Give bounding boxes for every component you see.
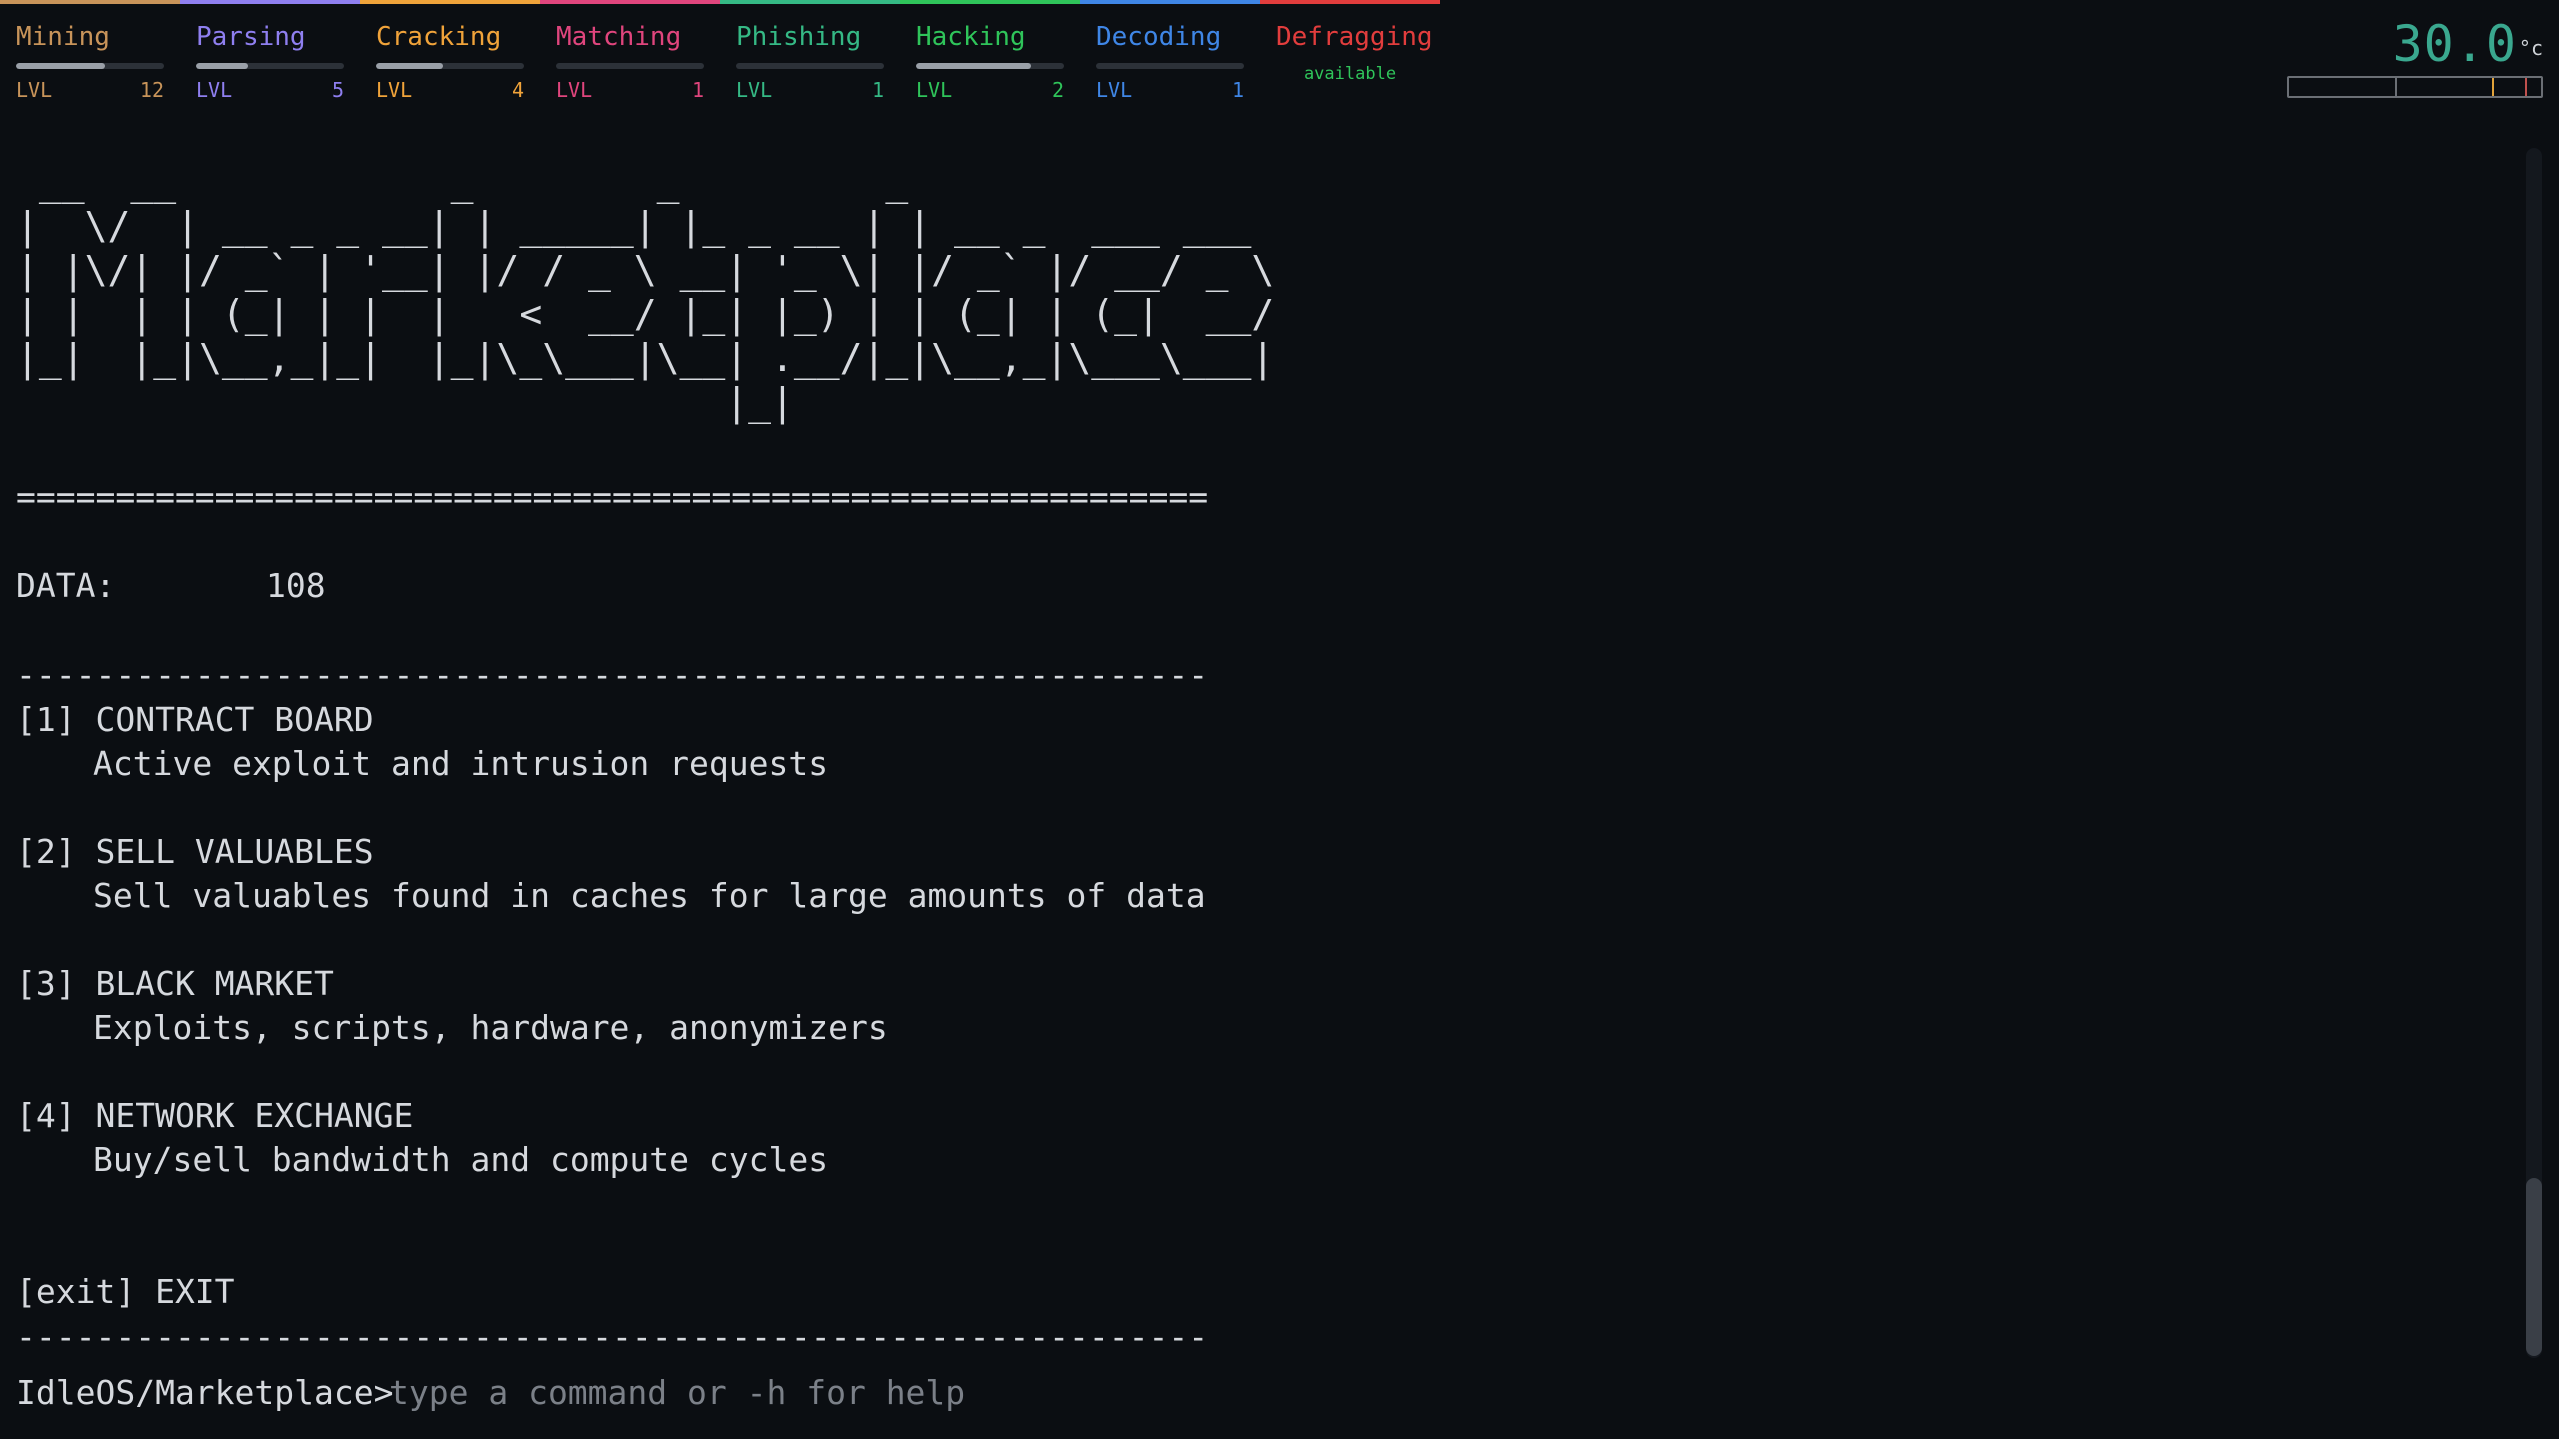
skill-level-value: 1 xyxy=(691,78,704,102)
skill-progress-bar xyxy=(556,63,704,69)
menu-item-title: [4] NETWORK EXCHANGE xyxy=(16,1096,414,1135)
skill-accent-line xyxy=(900,0,1080,4)
skill-level-value: 1 xyxy=(871,78,884,102)
menu-item-description: Sell valuables found in caches for large… xyxy=(93,876,1206,915)
skill-progress-bar xyxy=(196,63,344,69)
temperature-value: 30.0 xyxy=(2392,15,2517,73)
skill-name: Defragging xyxy=(1276,22,1433,52)
skill-name: Parsing xyxy=(196,22,306,52)
skill-name: Mining xyxy=(16,22,110,52)
skill-matching[interactable]: Matching LVL 1 xyxy=(540,0,720,110)
scrollbar-thumb[interactable] xyxy=(2526,1178,2542,1356)
skill-cracking[interactable]: Cracking LVL 4 xyxy=(360,0,540,110)
skill-level-value: 12 xyxy=(139,78,164,102)
skill-defragging[interactable]: Defragging available xyxy=(1260,0,1440,110)
skill-level-label: LVL xyxy=(736,78,773,102)
separator-double: ========================================… xyxy=(16,477,1209,516)
skill-progress-bar xyxy=(916,63,1064,69)
menu-item-title: [3] BLACK MARKET xyxy=(16,964,334,1003)
skill-name: Decoding xyxy=(1096,22,1222,52)
data-value: 108 xyxy=(266,566,326,605)
skill-progress-fill xyxy=(196,63,248,69)
menu-item-exit[interactable]: [exit] EXIT xyxy=(16,1270,235,1314)
temperature-unit: °c xyxy=(2518,36,2543,60)
skill-status: available xyxy=(1303,64,1397,84)
skill-accent-line xyxy=(360,0,540,4)
skill-phishing[interactable]: Phishing LVL 1 xyxy=(720,0,900,110)
skill-name: Cracking xyxy=(376,22,502,52)
data-label: DATA: xyxy=(16,566,116,605)
skill-progress-bar xyxy=(736,63,884,69)
skill-progress-bar xyxy=(16,63,164,69)
skill-mining[interactable]: Mining LVL 12 xyxy=(0,0,180,110)
skill-decoding[interactable]: Decoding LVL 1 xyxy=(1080,0,1260,110)
skill-progress-bar xyxy=(376,63,524,69)
menu-item-network-exchange[interactable]: [4] NETWORK EXCHANGE Buy/sell bandwidth … xyxy=(16,1094,1216,1190)
menu-item-title: [1] CONTRACT BOARD xyxy=(16,700,374,739)
skill-parsing[interactable]: Parsing LVL 5 xyxy=(180,0,360,110)
command-input[interactable] xyxy=(389,1371,1389,1415)
skill-accent-line xyxy=(1080,0,1260,4)
skill-progress-fill xyxy=(16,63,105,69)
menu-item-description: Active exploit and intrusion requests xyxy=(93,744,829,783)
skill-level-label: LVL xyxy=(196,78,233,102)
skill-level-label: LVL xyxy=(556,78,593,102)
skill-progress-bar xyxy=(1096,63,1244,69)
skill-accent-line xyxy=(720,0,900,4)
skill-accent-line xyxy=(0,0,180,4)
temperature-gauge xyxy=(2287,76,2543,98)
scrollbar-track[interactable] xyxy=(2526,148,2542,1358)
skill-name: Hacking xyxy=(916,22,1026,52)
gauge-marker xyxy=(2492,78,2494,96)
skill-hacking[interactable]: Hacking LVL 2 xyxy=(900,0,1080,110)
skill-name: Phishing xyxy=(736,22,862,52)
skill-level-value: 5 xyxy=(331,78,344,102)
skill-bar: Mining LVL 12 Parsing LVL 5 Cracking LVL 4 Matchi… xyxy=(0,0,1440,110)
skill-level-label: LVL xyxy=(916,78,953,102)
menu-item-sell-valuables[interactable]: [2] SELL VALUABLES Sell valuables found … xyxy=(16,830,1216,926)
skill-level-label: LVL xyxy=(1096,78,1133,102)
menu-item-description: Exploits, scripts, hardware, anonymizers xyxy=(93,1008,888,1047)
skill-level-value: 2 xyxy=(1051,78,1064,102)
menu-item-description: Buy/sell bandwidth and compute cycles xyxy=(93,1140,829,1179)
skill-progress-fill xyxy=(916,63,1032,69)
gauge-divider xyxy=(2395,78,2397,96)
skill-level-value: 1 xyxy=(1231,78,1244,102)
skill-level-label: LVL xyxy=(16,78,53,102)
skill-level-value: 4 xyxy=(511,78,524,102)
skill-level-label: LVL xyxy=(376,78,413,102)
skill-accent-line xyxy=(1260,0,1440,4)
marketplace-ascii-banner: __ __ _ _ _ | \/ | __ _ _ __| | _____| |… xyxy=(16,160,1275,424)
menu-item-title: [2] SELL VALUABLES xyxy=(16,832,374,871)
skill-name: Matching xyxy=(556,22,682,52)
menu-item-black-market[interactable]: [3] BLACK MARKET Exploits, scripts, hard… xyxy=(16,962,1216,1058)
skill-accent-line xyxy=(180,0,360,4)
menu-item-contract-board[interactable]: [1] CONTRACT BOARD Active exploit and in… xyxy=(16,698,1216,794)
gauge-divider xyxy=(2525,78,2527,96)
skill-progress-fill xyxy=(376,63,443,69)
separator-single-bottom: ----------------------------------------… xyxy=(16,1317,1209,1356)
command-prompt: IdleOS/Marketplace> xyxy=(16,1373,394,1412)
temperature-widget: 30.0 °c xyxy=(2259,0,2559,110)
separator-single: ----------------------------------------… xyxy=(16,655,1209,694)
skill-accent-line xyxy=(540,0,720,4)
